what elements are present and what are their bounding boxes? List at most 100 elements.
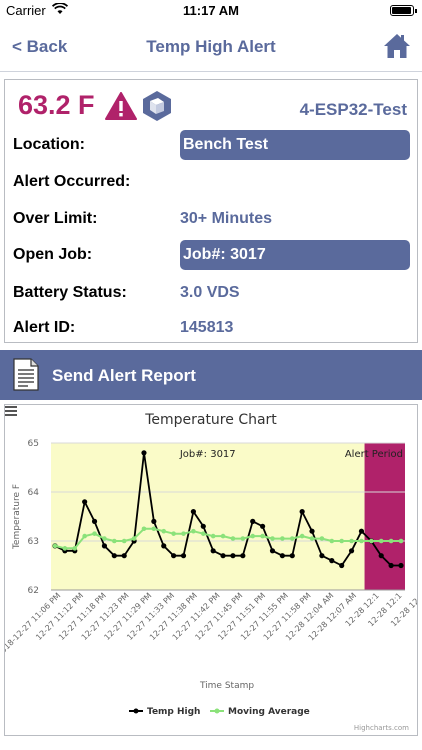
series-0-point-18 [230, 553, 236, 559]
series-0-point-7 [121, 553, 127, 559]
series-1-point-1 [62, 546, 68, 551]
series-0-point-3 [82, 499, 88, 505]
series-1-point-26 [309, 536, 315, 541]
open-job-row: Open Job: Job#: 3017 [13, 240, 413, 270]
series-1-point-21 [260, 533, 265, 539]
series-1-point-18 [230, 536, 236, 541]
chart-credit: Highcharts.com [354, 724, 409, 732]
series-0-point-33 [378, 553, 384, 559]
series-0-point-12 [171, 553, 177, 559]
series-0-point-30 [348, 548, 355, 554]
series-0-point-17 [220, 553, 226, 559]
series-0-point-6 [111, 553, 117, 559]
legend-label-1: Moving Average [228, 707, 310, 717]
series-1-point-8 [131, 536, 137, 541]
series-0-point-9 [141, 450, 147, 456]
series-0-point-20 [250, 518, 256, 524]
series-1-point-7 [121, 538, 127, 544]
battery-status-label: Battery Status: [13, 284, 127, 301]
warning-icon [105, 92, 137, 120]
location-value-button[interactable]: Bench Test [180, 130, 410, 160]
series-1-point-27 [319, 536, 325, 541]
y-tick-label-3: 65 [28, 439, 39, 449]
clock: 11:17 AM [183, 3, 239, 18]
series-0-point-29 [339, 562, 345, 569]
send-alert-report-label: Send Alert Report [52, 366, 196, 385]
series-1-point-20 [250, 533, 256, 539]
send-alert-report-button[interactable]: Send Alert Report [0, 350, 422, 400]
alert-id-value: 145813 [180, 319, 234, 336]
series-1-point-16 [210, 533, 216, 539]
series-1-point-9 [141, 526, 147, 532]
series-1-point-2 [72, 546, 78, 551]
series-0-point-15 [200, 523, 206, 529]
series-1-point-35 [398, 538, 404, 544]
plot-band-label-0: Job#: 3017 [179, 449, 236, 460]
series-1-point-12 [171, 531, 176, 536]
series-0-point-23 [279, 553, 285, 559]
series-0-point-4 [91, 518, 98, 524]
alert-id-row: Alert ID: 145813 [13, 313, 413, 343]
y-tick-label-1: 63 [28, 537, 39, 547]
series-0-point-14 [190, 509, 196, 515]
y-tick-label-0: 62 [28, 586, 39, 596]
status-bar: Carrier 11:17 AM [0, 0, 422, 22]
series-1-point-14 [191, 528, 196, 534]
series-1-point-3 [82, 533, 87, 539]
series-0-point-34 [388, 562, 394, 569]
series-0-point-25 [299, 509, 305, 515]
series-0-point-11 [161, 543, 167, 549]
series-1-point-29 [339, 538, 344, 544]
legend-swatch-marker-0 [133, 708, 139, 714]
over-limit-value: 30+ Minutes [180, 210, 273, 227]
series-1-point-6 [112, 538, 117, 544]
page-title: Temp High Alert [146, 37, 276, 56]
home-icon[interactable] [382, 31, 412, 61]
series-0-point-28 [329, 558, 335, 564]
series-1-point-15 [200, 531, 206, 536]
plot-band-0 [51, 443, 365, 590]
series-1-point-31 [359, 538, 364, 544]
battery-status-value: 3.0 VDS [180, 284, 240, 301]
series-1-point-0 [52, 543, 58, 549]
series-1-point-4 [92, 531, 97, 536]
plot-band-label-1: Alert Period [345, 449, 403, 460]
battery-status-row: Battery Status: 3.0 VDS [13, 278, 413, 308]
open-job-value-button[interactable]: Job#: 3017 [180, 240, 410, 270]
series-1-point-30 [349, 538, 354, 544]
navigation-bar: < Back Temp High Alert [0, 22, 422, 72]
series-1-point-5 [102, 536, 107, 541]
series-0-point-24 [289, 553, 295, 559]
temperature-reading: 63.2 F [18, 90, 95, 120]
alert-id-label: Alert ID: [13, 319, 76, 336]
series-0-point-27 [319, 553, 325, 559]
series-0-point-16 [210, 548, 216, 554]
open-job-label: Open Job: [13, 246, 93, 263]
y-axis-label: Temperature F [12, 484, 22, 550]
series-0-point-21 [260, 523, 266, 529]
chart-menu-icon[interactable] [5, 405, 17, 417]
series-1-point-19 [240, 536, 246, 541]
series-0-point-19 [240, 553, 246, 559]
series-1-point-28 [329, 538, 335, 544]
temperature-chart: Temperature Chart Job#: 3017 Alert Period 6… [4, 404, 418, 736]
x-axis-label: Time Stamp [199, 681, 254, 691]
chart-title: Temperature Chart [144, 412, 277, 428]
legend-label-0: Temp High [147, 707, 200, 717]
series-1-point-13 [181, 531, 186, 536]
series-1-point-17 [220, 533, 226, 539]
series-1-point-25 [299, 533, 305, 539]
series-0-point-5 [101, 543, 108, 549]
alert-info-card: 63.2 F 4-ESP32-Test Location: Bench Test… [4, 79, 418, 343]
series-1-point-23 [280, 536, 285, 541]
over-limit-label: Over Limit: [13, 210, 98, 227]
series-1-point-34 [388, 538, 394, 544]
battery-icon [390, 5, 417, 16]
series-0-point-35 [398, 562, 404, 569]
series-0-point-10 [151, 518, 157, 524]
y-tick-label-2: 64 [28, 488, 40, 498]
series-1-point-11 [161, 528, 167, 534]
series-0-point-13 [180, 553, 187, 559]
series-1-point-33 [378, 538, 384, 544]
over-limit-row: Over Limit: 30+ Minutes [13, 204, 413, 234]
